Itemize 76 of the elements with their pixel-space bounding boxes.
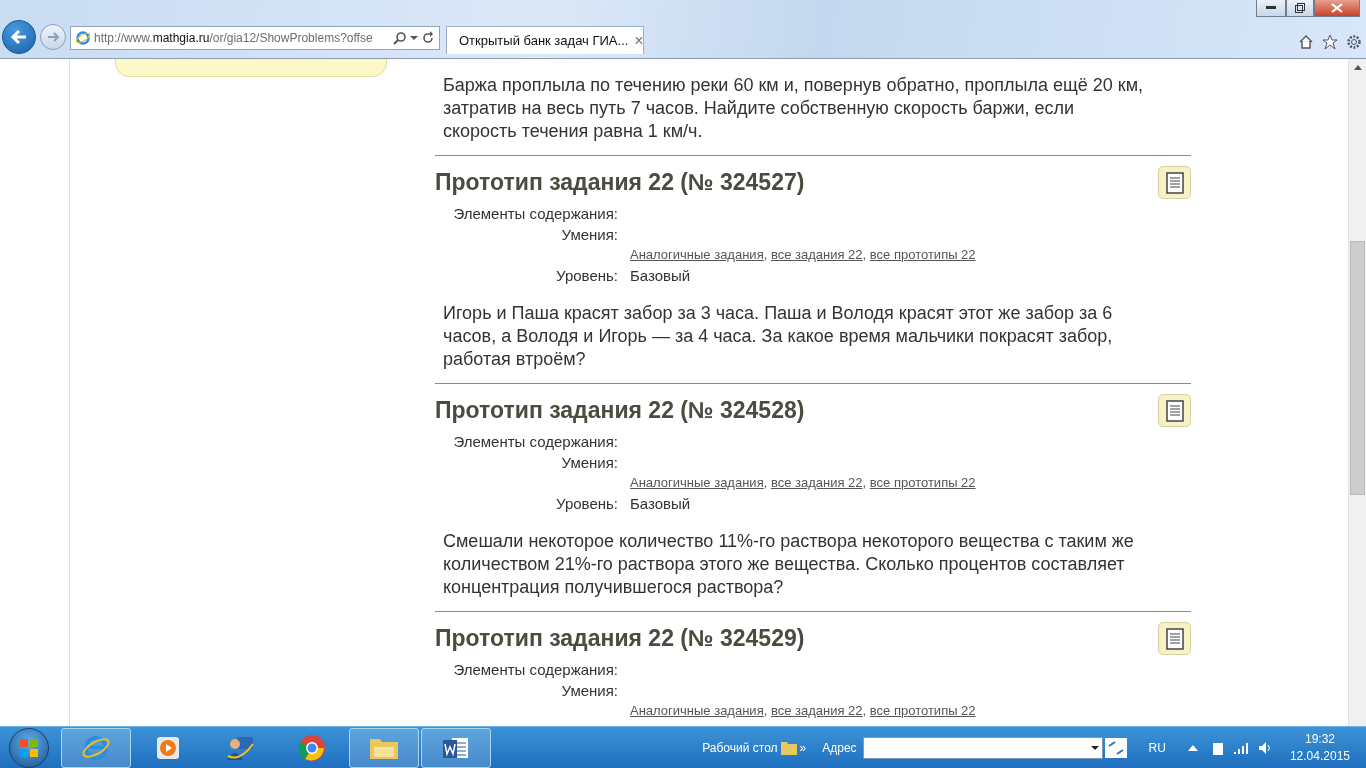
field-label: Умения: <box>560 453 618 473</box>
settings-icon <box>1346 34 1362 50</box>
restore-button[interactable] <box>1286 0 1314 17</box>
restore-icon <box>1295 3 1305 13</box>
document-icon <box>1165 627 1184 650</box>
problem-link[interactable]: Аналогичные задания <box>630 475 764 490</box>
language-indicator[interactable]: RU <box>1148 740 1166 755</box>
level-value: Базовый <box>630 494 692 514</box>
field-label: Умения: <box>560 681 618 701</box>
back-arrow-icon <box>9 27 29 47</box>
minimize-button[interactable] <box>1256 0 1286 17</box>
start-button[interactable] <box>9 727 49 768</box>
browser-tab[interactable]: Открытый банк задач ГИА... × <box>446 26 644 54</box>
taskbar-app-button[interactable] <box>421 727 491 768</box>
tab-close-button[interactable]: × <box>634 31 644 50</box>
notes-button[interactable] <box>1158 394 1191 427</box>
problem-link[interactable]: Аналогичные задания <box>630 703 764 718</box>
link-separator: , <box>862 703 868 718</box>
url-text: http://www.mathgia.ru/or/gia12/ShowProblems?offse <box>94 31 374 45</box>
problem-text: Баржа проплыла по течению реки 60 км и, повернув обратно, проплыла ещё 20 км, затратив на весь путь 7 часов. Найдите собственную скорость баржи, если скорость течения равна 1 км/ч. <box>442 74 1145 143</box>
document-icon <box>1165 399 1184 422</box>
notes-button[interactable] <box>1158 622 1191 655</box>
problem-title: Прототип задания 22 (№ 324527) <box>435 169 805 196</box>
problem-text: Смешали некоторое количество 11%-го раствора некоторого вещества с таким же количеством 21%-го раствора этого же вещества. Сколько процентов составляет концентрация получившегося раствора? <box>442 530 1135 599</box>
notes-button[interactable] <box>1158 166 1191 199</box>
address-input[interactable] <box>862 736 1103 759</box>
search-icon <box>393 31 407 45</box>
problem-title: Прототип задания 22 (№ 324529) <box>435 625 805 652</box>
up-caret-icon <box>1187 744 1198 751</box>
problem-link[interactable]: все задания 22 <box>770 475 863 490</box>
problem-link[interactable]: все прототипы 22 <box>869 703 976 718</box>
clock-time[interactable]: 19:32 <box>1304 730 1335 748</box>
link-separator: , <box>862 475 868 490</box>
folder-icon <box>779 739 798 756</box>
close-icon <box>1331 3 1343 13</box>
link-separator: , <box>763 247 769 262</box>
problem-link[interactable]: все задания 22 <box>770 247 863 262</box>
problem-link[interactable]: все задания 22 <box>770 703 863 718</box>
refresh-icon <box>421 31 435 45</box>
problem-link[interactable]: все прототипы 22 <box>869 475 976 490</box>
back-button[interactable] <box>2 20 36 54</box>
field-label: Элементы содержания: <box>452 432 618 452</box>
caret-icon <box>410 34 418 42</box>
windows-logo-icon <box>19 737 39 758</box>
clock-date[interactable]: 12.04.2015 <box>1289 747 1350 765</box>
scrollbar[interactable] <box>1348 59 1366 726</box>
forward-arrow-icon <box>46 30 60 44</box>
address-bar[interactable]: http://www.mathgia.ru/or/gia12/ShowProblems?offse <box>70 26 440 50</box>
problem-link[interactable]: все прототипы 22 <box>869 247 976 262</box>
signal-bars-icon <box>1233 740 1250 755</box>
problem-link[interactable]: Аналогичные задания <box>630 247 764 262</box>
media-player-icon <box>155 734 181 761</box>
field-label: Уровень: <box>555 494 618 514</box>
field-label: Уровень: <box>555 266 618 286</box>
level-value: Базовый <box>630 266 692 286</box>
desktop-toolbar-label[interactable]: Рабочий стол <box>702 740 778 755</box>
field-label: Умения: <box>560 225 618 245</box>
star-icon <box>1322 34 1338 50</box>
chrome-logo-icon <box>297 732 327 763</box>
link-separator: , <box>763 475 769 490</box>
up-arrow-icon <box>1353 65 1362 70</box>
field-label: Элементы содержания: <box>452 204 618 224</box>
problem-title: Прототип задания 22 (№ 324528) <box>435 397 805 424</box>
link-separator: , <box>862 247 868 262</box>
close-button[interactable] <box>1314 0 1360 17</box>
address-toolbar-label: Адрес <box>822 740 857 755</box>
document-icon <box>1165 171 1184 194</box>
toolbar-chevron[interactable]: » <box>799 740 807 755</box>
field-label: Элементы содержания: <box>452 660 618 680</box>
tab-title: Открытый банк задач ГИА... <box>459 33 629 48</box>
home-icon <box>1298 34 1314 50</box>
link-separator: , <box>763 703 769 718</box>
scrollbar-thumb[interactable] <box>1350 241 1365 495</box>
problem-text: Игорь и Паша красят забор за 3 часа. Паша и Володя красят этот же забор за 6 часов, а Володя и Игорь — за 4 часа. За какое время мальчики покрасят забор, работая втроём? <box>442 302 1114 371</box>
browser-e-icon <box>75 30 91 46</box>
minimize-icon <box>1266 6 1276 10</box>
